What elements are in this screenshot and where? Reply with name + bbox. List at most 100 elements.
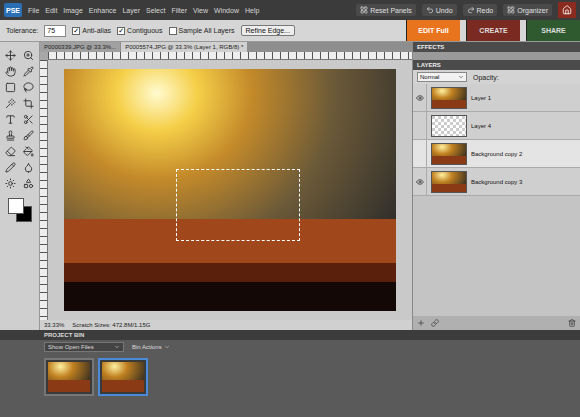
tolerance-field[interactable]: 75 — [44, 25, 66, 37]
tool-button[interactable] — [3, 48, 19, 62]
visibility-toggle[interactable] — [413, 168, 427, 195]
menu-item[interactable]: Edit — [45, 7, 57, 14]
tool-button[interactable] — [21, 80, 37, 94]
menu-item[interactable]: Filter — [171, 7, 187, 14]
menu-item[interactable]: View — [193, 7, 208, 14]
app-logo: PSE — [4, 3, 22, 17]
document-tab[interactable]: P0000339.JPG @ 33.3%... — [40, 42, 120, 52]
layer-thumbnail — [431, 143, 467, 165]
refine-edge-button[interactable]: Refine Edge... — [241, 25, 295, 36]
status-bar: 33.33%Scratch Sizes: 472.8M/1.15G — [40, 320, 412, 330]
layer-name: Background copy 3 — [471, 179, 522, 185]
tool-button[interactable] — [21, 64, 37, 78]
tool-button[interactable] — [21, 48, 37, 62]
type-icon — [5, 114, 16, 125]
horizontal-ruler — [48, 52, 412, 60]
visibility-toggle[interactable] — [413, 112, 427, 139]
layer-row[interactable]: Layer 4 — [413, 112, 580, 140]
menu-item[interactable]: Layer — [122, 7, 140, 14]
bin-thumbnail[interactable] — [98, 358, 148, 396]
eraser-icon — [5, 146, 16, 157]
menu-item[interactable]: File — [28, 7, 39, 14]
project-bin: PROJECT BIN Show Open Files Bin Actions — [0, 330, 580, 417]
effects-header[interactable]: EFFECTS — [413, 42, 580, 52]
tool-button[interactable] — [3, 128, 19, 142]
tool-button[interactable] — [3, 176, 19, 190]
option-checkbox[interactable]: Anti-alias — [72, 27, 111, 35]
tool-button[interactable] — [3, 160, 19, 174]
trash-icon[interactable] — [568, 319, 576, 327]
menu-item[interactable]: Help — [245, 7, 259, 14]
foreground-color[interactable] — [8, 198, 24, 214]
action-icon — [360, 6, 368, 14]
option-checkbox[interactable]: Contiguous — [117, 27, 162, 35]
move-icon — [5, 50, 16, 61]
tool-button[interactable] — [21, 96, 37, 110]
bin-actions[interactable]: Bin Actions — [132, 344, 170, 350]
checkbox-box[interactable] — [72, 27, 80, 35]
zoom-level[interactable]: 33.33% — [44, 322, 64, 328]
mode-tab[interactable]: CREATE — [466, 20, 520, 41]
menu-item[interactable]: Window — [214, 7, 239, 14]
magic-wand-icon — [5, 98, 16, 109]
cookie-cutter-icon — [23, 114, 34, 125]
paint-bucket-icon — [23, 146, 34, 157]
bin-source-dropdown[interactable]: Show Open Files — [44, 342, 124, 352]
project-bin-header[interactable]: PROJECT BIN — [0, 330, 580, 340]
tool-button[interactable] — [21, 112, 37, 126]
lasso-icon — [23, 82, 34, 93]
toolbar-action[interactable]: Organizer — [503, 4, 552, 16]
blend-mode-dropdown[interactable]: Normal — [417, 72, 467, 82]
layer-row[interactable]: Background copy 2 — [413, 140, 580, 168]
mode-tab[interactable]: EDIT Full — [406, 20, 460, 41]
menu-bar: PSE File Edit Image Enhance Layer Select Filter… — [0, 0, 580, 20]
menu-item[interactable]: Image — [63, 7, 82, 14]
visibility-toggle[interactable] — [413, 84, 427, 111]
layer-thumbnail — [431, 171, 467, 193]
tool-button[interactable] — [21, 144, 37, 158]
toolbar-action[interactable]: Undo — [422, 4, 457, 16]
tool-button[interactable] — [3, 144, 19, 158]
layer-thumbnail — [431, 87, 467, 109]
visibility-toggle[interactable] — [413, 140, 427, 167]
tool-button[interactable] — [3, 80, 19, 94]
document-area: P0000339.JPG @ 33.3%...P0005574.JPG @ 33… — [40, 42, 412, 330]
tool-button[interactable] — [21, 128, 37, 142]
clone-stamp-icon — [5, 130, 16, 141]
layer-list: Layer 1Layer 4 Background copy 2 Backgroun… — [413, 84, 580, 196]
checkbox-box[interactable] — [169, 27, 177, 35]
tool-button[interactable] — [21, 176, 37, 190]
panel-bin: EFFECTS LAYERS Normal Opacity: Layer 1Layer … — [412, 42, 580, 330]
thumbnail-photo — [102, 362, 144, 392]
toolbar-action[interactable]: Redo — [463, 4, 498, 16]
layers-header[interactable]: LAYERS — [413, 60, 580, 70]
option-checkbox[interactable]: Sample All Layers — [169, 27, 235, 35]
vertical-ruler — [40, 60, 48, 320]
color-swatches[interactable] — [6, 198, 34, 224]
mode-tab[interactable]: SHARE — [526, 20, 580, 41]
canvas — [48, 60, 412, 320]
tools-panel — [0, 42, 40, 330]
tool-button[interactable] — [3, 112, 19, 126]
link-icon[interactable] — [431, 319, 439, 327]
opacity-label: Opacity: — [473, 74, 499, 81]
thumbnail-photo — [48, 362, 90, 392]
layer-row[interactable]: Background copy 3 — [413, 168, 580, 196]
tool-button[interactable] — [3, 96, 19, 110]
layer-row[interactable]: Layer 1 — [413, 84, 580, 112]
chevron-down-icon — [458, 74, 464, 80]
checkbox-box[interactable] — [117, 27, 125, 35]
home-button[interactable] — [558, 2, 576, 18]
menu-item[interactable]: Enhance — [89, 7, 117, 14]
toolbar-action[interactable]: Reset Panels — [356, 4, 416, 16]
bin-thumbnail[interactable] — [44, 358, 94, 396]
menu-item[interactable]: Select — [146, 7, 165, 14]
document-tab[interactable]: P0005574.JPG @ 33.3% (Layer 1, RGB/8) * — [121, 42, 247, 52]
layer-name: Background copy 2 — [471, 151, 522, 157]
tool-button[interactable] — [21, 160, 37, 174]
new-layer-icon[interactable] — [417, 319, 425, 327]
photoshop-elements-window: PSE File Edit Image Enhance Layer Select Filter… — [0, 0, 580, 417]
tool-button[interactable] — [3, 64, 19, 78]
action-icon — [426, 6, 434, 14]
photo[interactable] — [64, 69, 396, 311]
